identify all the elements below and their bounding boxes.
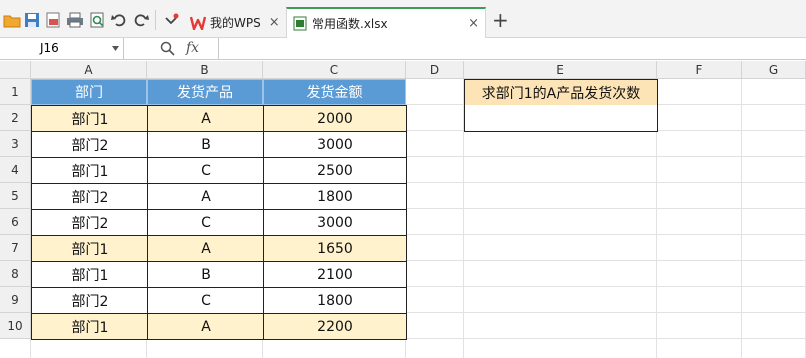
tab-workbook[interactable]: 常用函数.xlsx × (286, 7, 486, 38)
table-cell[interactable]: 1650 (263, 235, 407, 262)
table-cell[interactable]: 部门2 (31, 287, 148, 314)
column-header-f[interactable]: F (657, 61, 742, 79)
table-cell[interactable]: A (147, 105, 264, 132)
print-preview-icon[interactable] (88, 11, 106, 29)
table-cell[interactable]: 部门1 (31, 105, 148, 132)
tab-my-wps[interactable]: 我的WPS × (184, 7, 286, 38)
table-cell[interactable]: C (147, 209, 264, 236)
table-cell[interactable]: 部门2 (31, 183, 148, 210)
row-header-2[interactable]: 2 (0, 105, 31, 131)
table-cell[interactable]: 1800 (263, 183, 407, 210)
row-header-3[interactable]: 3 (0, 131, 31, 157)
question-cell[interactable]: 求部门1的A产品发货次数 (464, 79, 658, 106)
save-icon[interactable] (23, 11, 41, 29)
table-cell[interactable]: A (147, 313, 264, 340)
tab-close-icon[interactable]: × (269, 15, 280, 30)
answer-cell[interactable] (464, 105, 658, 132)
column-header-g[interactable]: G (742, 61, 806, 79)
column-header-c[interactable]: C (263, 61, 406, 79)
table-header-cell[interactable]: 部门 (31, 79, 147, 105)
column-header-e[interactable]: E (464, 61, 657, 79)
formula-bar: J16 fx (0, 38, 806, 60)
formula-input[interactable] (218, 38, 806, 60)
select-all-corner[interactable] (0, 61, 31, 79)
table-cell[interactable]: A (147, 235, 264, 262)
row-header-4[interactable]: 4 (0, 157, 31, 183)
table-header-cell[interactable]: 发货金额 (263, 79, 406, 105)
row-header-8[interactable]: 8 (0, 261, 31, 287)
table-cell[interactable]: B (147, 131, 264, 158)
table-cell[interactable]: 部门2 (31, 209, 148, 236)
table-cell[interactable]: 部门1 (31, 157, 148, 184)
undo-icon[interactable] (110, 11, 128, 29)
table-cell[interactable]: A (147, 183, 264, 210)
customize-toolbar-icon[interactable] (162, 11, 180, 29)
table-cell[interactable]: 2500 (263, 157, 407, 184)
chevron-down-icon[interactable] (112, 46, 119, 51)
table-cell[interactable]: 3000 (263, 209, 407, 236)
column-header-d[interactable]: D (406, 61, 464, 79)
table-cell[interactable]: C (147, 157, 264, 184)
table-cell[interactable]: 部门1 (31, 235, 148, 262)
row-header-5[interactable]: 5 (0, 183, 31, 209)
toolbar-divider (155, 10, 156, 30)
table-cell[interactable]: 部门1 (31, 313, 148, 340)
zoom-icon[interactable] (160, 41, 175, 56)
tab-close-icon[interactable]: × (468, 16, 479, 31)
new-tab-button[interactable]: + (492, 9, 509, 31)
row-header-9[interactable]: 9 (0, 287, 31, 313)
export-pdf-icon[interactable] (44, 11, 62, 29)
title-toolbar: 我的WPS × 常用函数.xlsx × + (0, 0, 806, 38)
name-box[interactable]: J16 (0, 38, 124, 60)
table-header-cell[interactable]: 发货产品 (147, 79, 263, 105)
table-cell[interactable]: B (147, 261, 264, 288)
row-header-1[interactable]: 1 (0, 79, 31, 105)
print-icon[interactable] (66, 11, 84, 29)
spreadsheet-file-icon (293, 16, 307, 31)
table-cell[interactable]: 部门1 (31, 261, 148, 288)
table-cell[interactable]: 部门2 (31, 131, 148, 158)
row-header-6[interactable]: 6 (0, 209, 31, 235)
column-header-b[interactable]: B (147, 61, 263, 79)
table-cell[interactable]: 1800 (263, 287, 407, 314)
column-header-a[interactable]: A (31, 61, 147, 79)
table-cell[interactable]: 2000 (263, 105, 407, 132)
table-cell[interactable]: 2100 (263, 261, 407, 288)
row-header-7[interactable]: 7 (0, 235, 31, 261)
tab-label: 常用函数.xlsx (312, 17, 388, 31)
open-folder-icon[interactable] (3, 11, 21, 29)
name-box-value: J16 (40, 41, 59, 55)
table-cell[interactable]: C (147, 287, 264, 314)
table-cell[interactable]: 2200 (263, 313, 407, 340)
wps-logo-icon (190, 16, 206, 30)
fx-icon[interactable]: fx (186, 40, 199, 56)
tab-label: 我的WPS (210, 16, 261, 30)
gridline (741, 79, 742, 358)
table-cell[interactable]: 3000 (263, 131, 407, 158)
redo-icon[interactable] (132, 11, 150, 29)
row-header-10[interactable]: 10 (0, 313, 31, 339)
